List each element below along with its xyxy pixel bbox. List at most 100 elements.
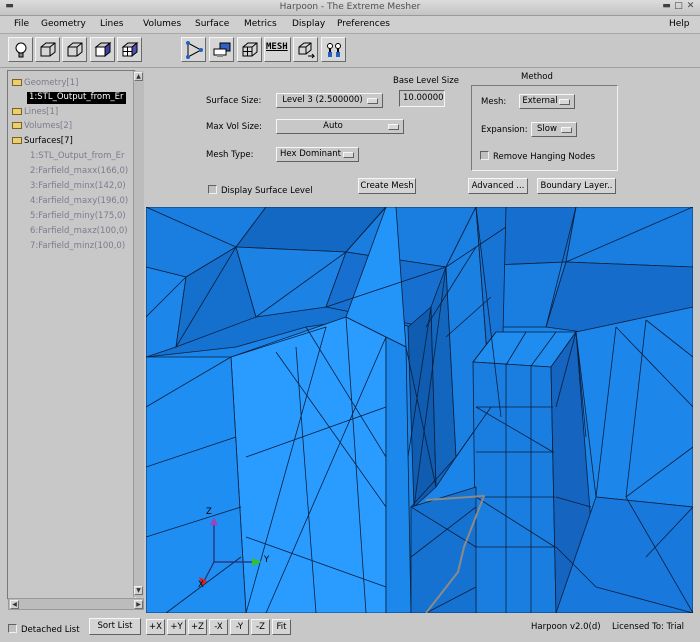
tree-item-label: 4:Farfield_maxy(196,0) xyxy=(30,196,129,206)
view-minus-x-button[interactable]: -X xyxy=(209,619,228,635)
tree-item-surface-1[interactable]: 1:STL_Output_from_Er xyxy=(30,151,125,163)
statusbar: Detached List Sort List +X +Y +Z -X -Y -… xyxy=(0,614,700,642)
tree-item-label: Surfaces[7] xyxy=(24,136,73,146)
view-minus-y-button[interactable]: -Y xyxy=(230,619,249,635)
tools-icon[interactable] xyxy=(321,37,346,62)
expansion-dropdown[interactable]: Slow xyxy=(531,122,577,137)
checkbox-icon xyxy=(8,624,17,633)
tree-item-surface-3[interactable]: 3:Farfield_minx(142,0) xyxy=(30,181,126,193)
max-vol-label: Max Vol Size: xyxy=(206,122,263,132)
folder-icon xyxy=(12,79,22,86)
tree-item-label: 1:STL_Output_from_Er xyxy=(30,151,125,161)
expansion-label: Expansion: xyxy=(481,125,528,135)
dropdown-indicator-icon xyxy=(343,152,354,158)
sort-list-button[interactable]: Sort List xyxy=(89,618,141,635)
mesh-text-icon[interactable]: MESH xyxy=(264,37,291,62)
tree-item-surfaces[interactable]: Surfaces[7] xyxy=(12,136,73,148)
axis-x-label: X xyxy=(198,580,204,590)
tree-item-label: 5:Farfield_miny(175,0) xyxy=(30,211,126,221)
tree-item-surface-5[interactable]: 5:Farfield_miny(175,0) xyxy=(30,211,126,223)
mesh-type-dropdown[interactable]: Hex Dominant xyxy=(276,147,359,162)
surface-size-dropdown[interactable]: Level 3 (2.500000) xyxy=(276,93,383,108)
object-tree[interactable]: Geometry[1] 1:STL_Output_from_Er Lines[1… xyxy=(7,70,136,600)
window-title: Harpoon - The Extreme Mesher xyxy=(279,2,421,12)
view-plus-x-button[interactable]: +X xyxy=(146,619,165,635)
cube-grid-icon[interactable] xyxy=(117,37,142,62)
tree-item-label: Geometry[1] xyxy=(24,78,79,88)
axis-z-label: Z xyxy=(206,507,212,517)
version-text: Harpoon v2.0(d) xyxy=(531,622,601,632)
tree-item-surface-2[interactable]: 2:Farfield_maxx(166,0) xyxy=(30,166,128,178)
folder-icon xyxy=(12,108,22,115)
mesh-type-label: Mesh Type: xyxy=(206,150,254,160)
dropdown-indicator-icon xyxy=(388,124,399,130)
menu-lines[interactable]: Lines xyxy=(100,19,123,29)
method-mesh-value: External xyxy=(522,96,558,106)
tree-item-label: 1:STL_Output_from_Er xyxy=(29,92,124,102)
mesh-viewport[interactable]: Z Y X xyxy=(146,207,693,613)
maximize-icon[interactable]: □ xyxy=(674,2,683,11)
surface-size-value: Level 3 (2.500000) xyxy=(282,95,363,105)
display-surface-level-checkbox[interactable]: Display Surface Level xyxy=(208,185,313,196)
menu-file[interactable]: File xyxy=(14,19,29,29)
tree-item-label: Lines[1] xyxy=(24,107,59,117)
view-plus-y-button[interactable]: +Y xyxy=(167,619,186,635)
advanced-button[interactable]: Advanced ... xyxy=(468,178,528,194)
base-level-input[interactable]: 10.00000 xyxy=(399,90,445,107)
bulb-icon[interactable] xyxy=(8,37,33,62)
menu-help[interactable]: Help xyxy=(669,19,690,29)
cube-mesh-icon[interactable] xyxy=(237,37,262,62)
tree-vertical-scrollbar[interactable]: ▲ ▼ xyxy=(133,71,144,597)
minimize-icon[interactable]: ▬ xyxy=(662,2,671,11)
tree-item-surface-4[interactable]: 4:Farfield_maxy(196,0) xyxy=(30,196,128,208)
cube-icon[interactable] xyxy=(35,37,60,62)
menubar: File Geometry Lines Volumes Surface Metr… xyxy=(0,16,700,34)
dropdown-indicator-icon xyxy=(559,99,570,105)
tree-item-geometry[interactable]: Geometry[1] xyxy=(12,78,78,90)
method-mesh-label: Mesh: xyxy=(481,97,507,107)
monitor-icon[interactable] xyxy=(209,37,234,62)
menu-display[interactable]: Display xyxy=(292,19,325,29)
close-icon[interactable]: ✕ xyxy=(686,2,695,11)
cube-outline-icon[interactable] xyxy=(62,37,87,62)
menu-surface[interactable]: Surface xyxy=(195,19,229,29)
scroll-left-icon[interactable]: ◀ xyxy=(10,600,19,609)
scroll-down-icon[interactable]: ▼ xyxy=(134,586,143,595)
cube-shaded-icon[interactable] xyxy=(90,37,115,62)
tree-item-lines[interactable]: Lines[1] xyxy=(12,107,58,119)
toolbar: MESH xyxy=(0,34,700,68)
remove-hanging-nodes-label: Remove Hanging Nodes xyxy=(493,152,596,162)
scroll-right-icon[interactable]: ▶ xyxy=(134,600,143,609)
remove-hanging-nodes-checkbox[interactable]: Remove Hanging Nodes xyxy=(480,151,595,162)
window-titlebar[interactable]: ▬ Harpoon - The Extreme Mesher ▬ □ ✕ xyxy=(0,0,700,16)
menu-geometry[interactable]: Geometry xyxy=(41,19,86,29)
mesh-text-label: MESH xyxy=(266,42,288,52)
method-mesh-dropdown[interactable]: External xyxy=(519,94,575,109)
tree-item-surface-7[interactable]: 7:Farfield_minz(100,0) xyxy=(30,241,125,253)
view-fit-button[interactable]: Fit xyxy=(272,619,291,635)
menu-volumes[interactable]: Volumes xyxy=(143,19,181,29)
triangle-nodes-icon[interactable] xyxy=(181,37,206,62)
folder-icon xyxy=(12,122,22,129)
mesh-render[interactable] xyxy=(146,207,693,613)
tree-item-geometry-1[interactable]: 1:STL_Output_from_Er xyxy=(27,92,126,104)
dropdown-indicator-icon xyxy=(367,98,378,104)
tree-horizontal-scrollbar[interactable]: ◀ ▶ xyxy=(8,598,144,610)
detached-list-checkbox[interactable]: Detached List xyxy=(8,624,80,635)
checkbox-icon xyxy=(208,185,217,194)
tree-item-volumes[interactable]: Volumes[2] xyxy=(12,121,72,133)
create-mesh-button[interactable]: Create Mesh xyxy=(358,178,416,194)
scroll-up-icon[interactable]: ▲ xyxy=(134,72,143,81)
tree-item-surface-6[interactable]: 6:Farfield_maxz(100,0) xyxy=(30,226,128,238)
view-plus-z-button[interactable]: +Z xyxy=(188,619,207,635)
dropdown-indicator-icon xyxy=(561,127,572,133)
cube-export-icon[interactable] xyxy=(293,37,318,62)
max-vol-value: Auto xyxy=(323,121,343,131)
boundary-layer-button[interactable]: Boundary Layer.. xyxy=(537,178,616,194)
view-minus-z-button[interactable]: -Z xyxy=(251,619,270,635)
tree-item-label: 7:Farfield_minz(100,0) xyxy=(30,241,126,251)
max-vol-dropdown[interactable]: Auto xyxy=(276,119,404,134)
menu-metrics[interactable]: Metrics xyxy=(244,19,277,29)
surface-size-label: Surface Size: xyxy=(206,96,262,106)
menu-preferences[interactable]: Preferences xyxy=(337,19,390,29)
